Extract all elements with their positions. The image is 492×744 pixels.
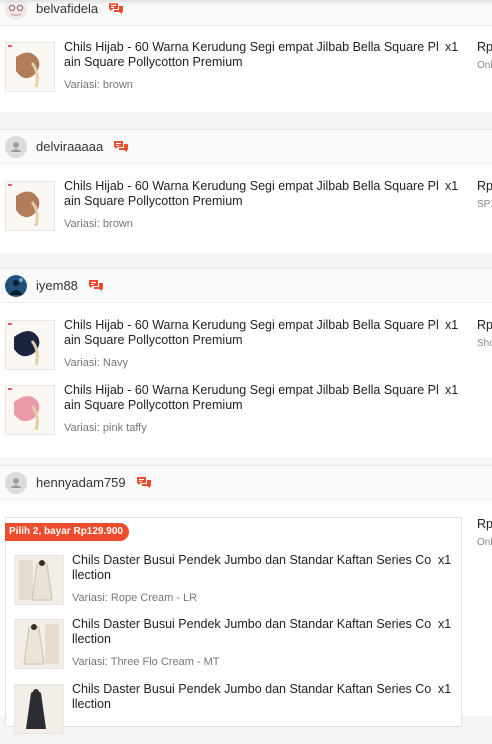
- order-header: delviraaaaa: [0, 130, 492, 164]
- product-qty: x1: [445, 179, 459, 193]
- product-qty: x1: [445, 318, 459, 332]
- product-qty: x1: [438, 553, 452, 567]
- order-card: belvafidela Chils Hijab - 60 Warna Kerud…: [0, 0, 492, 112]
- order-status: Onl: [477, 537, 492, 548]
- avatar[interactable]: [5, 274, 27, 297]
- buyer-username[interactable]: delviraaaaa: [36, 139, 103, 154]
- product-qty: x1: [445, 40, 459, 54]
- bundle-item[interactable]: Chils Daster Busui Pendek Jumbo dan Stan…: [0, 617, 492, 679]
- product-thumbnail[interactable]: [5, 181, 55, 231]
- product-variant: Variasi: Three Flo Cream - MT: [72, 656, 220, 668]
- product-name[interactable]: Chils Hijab - 60 Warna Kerudung Segi emp…: [64, 383, 440, 413]
- order-item[interactable]: Chils Hijab - 60 Warna Kerudung Segi emp…: [0, 40, 492, 102]
- top-shadow: [0, 0, 492, 5]
- bundle-item[interactable]: Chils Daster Busui Pendek Jumbo dan Stan…: [0, 682, 492, 744]
- product-variant: Variasi: pink taffy: [64, 422, 147, 434]
- product-variant: Variasi: Navy: [64, 357, 128, 369]
- product-variant: Variasi: brown: [64, 79, 133, 91]
- product-thumbnail[interactable]: [14, 684, 64, 734]
- product-name[interactable]: Chils Daster Busui Pendek Jumbo dan Stan…: [72, 553, 434, 583]
- avatar[interactable]: [5, 135, 27, 158]
- order-card: iyem88 Chils Hijab - 60 Warna Kerudung S…: [0, 268, 492, 457]
- product-name[interactable]: Chils Daster Busui Pendek Jumbo dan Stan…: [72, 682, 434, 712]
- chat-icon[interactable]: [136, 476, 152, 490]
- product-name[interactable]: Chils Hijab - 60 Warna Kerudung Segi emp…: [64, 40, 440, 70]
- bundle-deal-badge: Pilih 2, bayar Rp129.900: [5, 523, 129, 541]
- product-thumbnail[interactable]: [5, 385, 55, 435]
- chat-icon[interactable]: [88, 279, 104, 293]
- order-status: SPX: [477, 199, 492, 210]
- order-header: hennyadam759: [0, 466, 492, 500]
- order-card: hennyadam759 Rp Onl Pilih 2, bayar Rp129…: [0, 465, 492, 734]
- product-qty: x1: [438, 617, 452, 631]
- buyer-username[interactable]: hennyadam759: [36, 475, 126, 490]
- product-qty: x1: [438, 682, 452, 696]
- order-price: Rp: [477, 318, 492, 332]
- product-thumbnail[interactable]: [5, 320, 55, 370]
- order-header: iyem88: [0, 269, 492, 303]
- order-item[interactable]: Chils Hijab - 60 Warna Kerudung Segi emp…: [0, 383, 492, 445]
- bundle-item[interactable]: Chils Daster Busui Pendek Jumbo dan Stan…: [0, 553, 492, 615]
- order-price: Rp: [477, 40, 492, 54]
- product-qty: x1: [445, 383, 459, 397]
- order-item[interactable]: Chils Hijab - 60 Warna Kerudung Segi emp…: [0, 318, 492, 380]
- product-name[interactable]: Chils Hijab - 60 Warna Kerudung Segi emp…: [64, 179, 440, 209]
- product-variant: Variasi: brown: [64, 218, 133, 230]
- product-name[interactable]: Chils Daster Busui Pendek Jumbo dan Stan…: [72, 617, 434, 647]
- avatar[interactable]: [5, 471, 27, 494]
- order-price: Rp: [477, 517, 492, 531]
- buyer-username[interactable]: iyem88: [36, 278, 78, 293]
- order-status: Onl: [477, 60, 492, 71]
- order-status: Sho: [477, 338, 492, 349]
- order-card: delviraaaaa Chils Hijab - 60 Warna Kerud…: [0, 129, 492, 253]
- product-thumbnail[interactable]: [14, 555, 64, 605]
- product-thumbnail[interactable]: [14, 619, 64, 669]
- product-thumbnail[interactable]: [5, 42, 55, 92]
- chat-icon[interactable]: [113, 140, 129, 154]
- order-item[interactable]: Chils Hijab - 60 Warna Kerudung Segi emp…: [0, 179, 492, 241]
- product-name[interactable]: Chils Hijab - 60 Warna Kerudung Segi emp…: [64, 318, 440, 348]
- product-variant: Variasi: Rope Cream - LR: [72, 592, 198, 604]
- order-price: Rp: [477, 179, 492, 193]
